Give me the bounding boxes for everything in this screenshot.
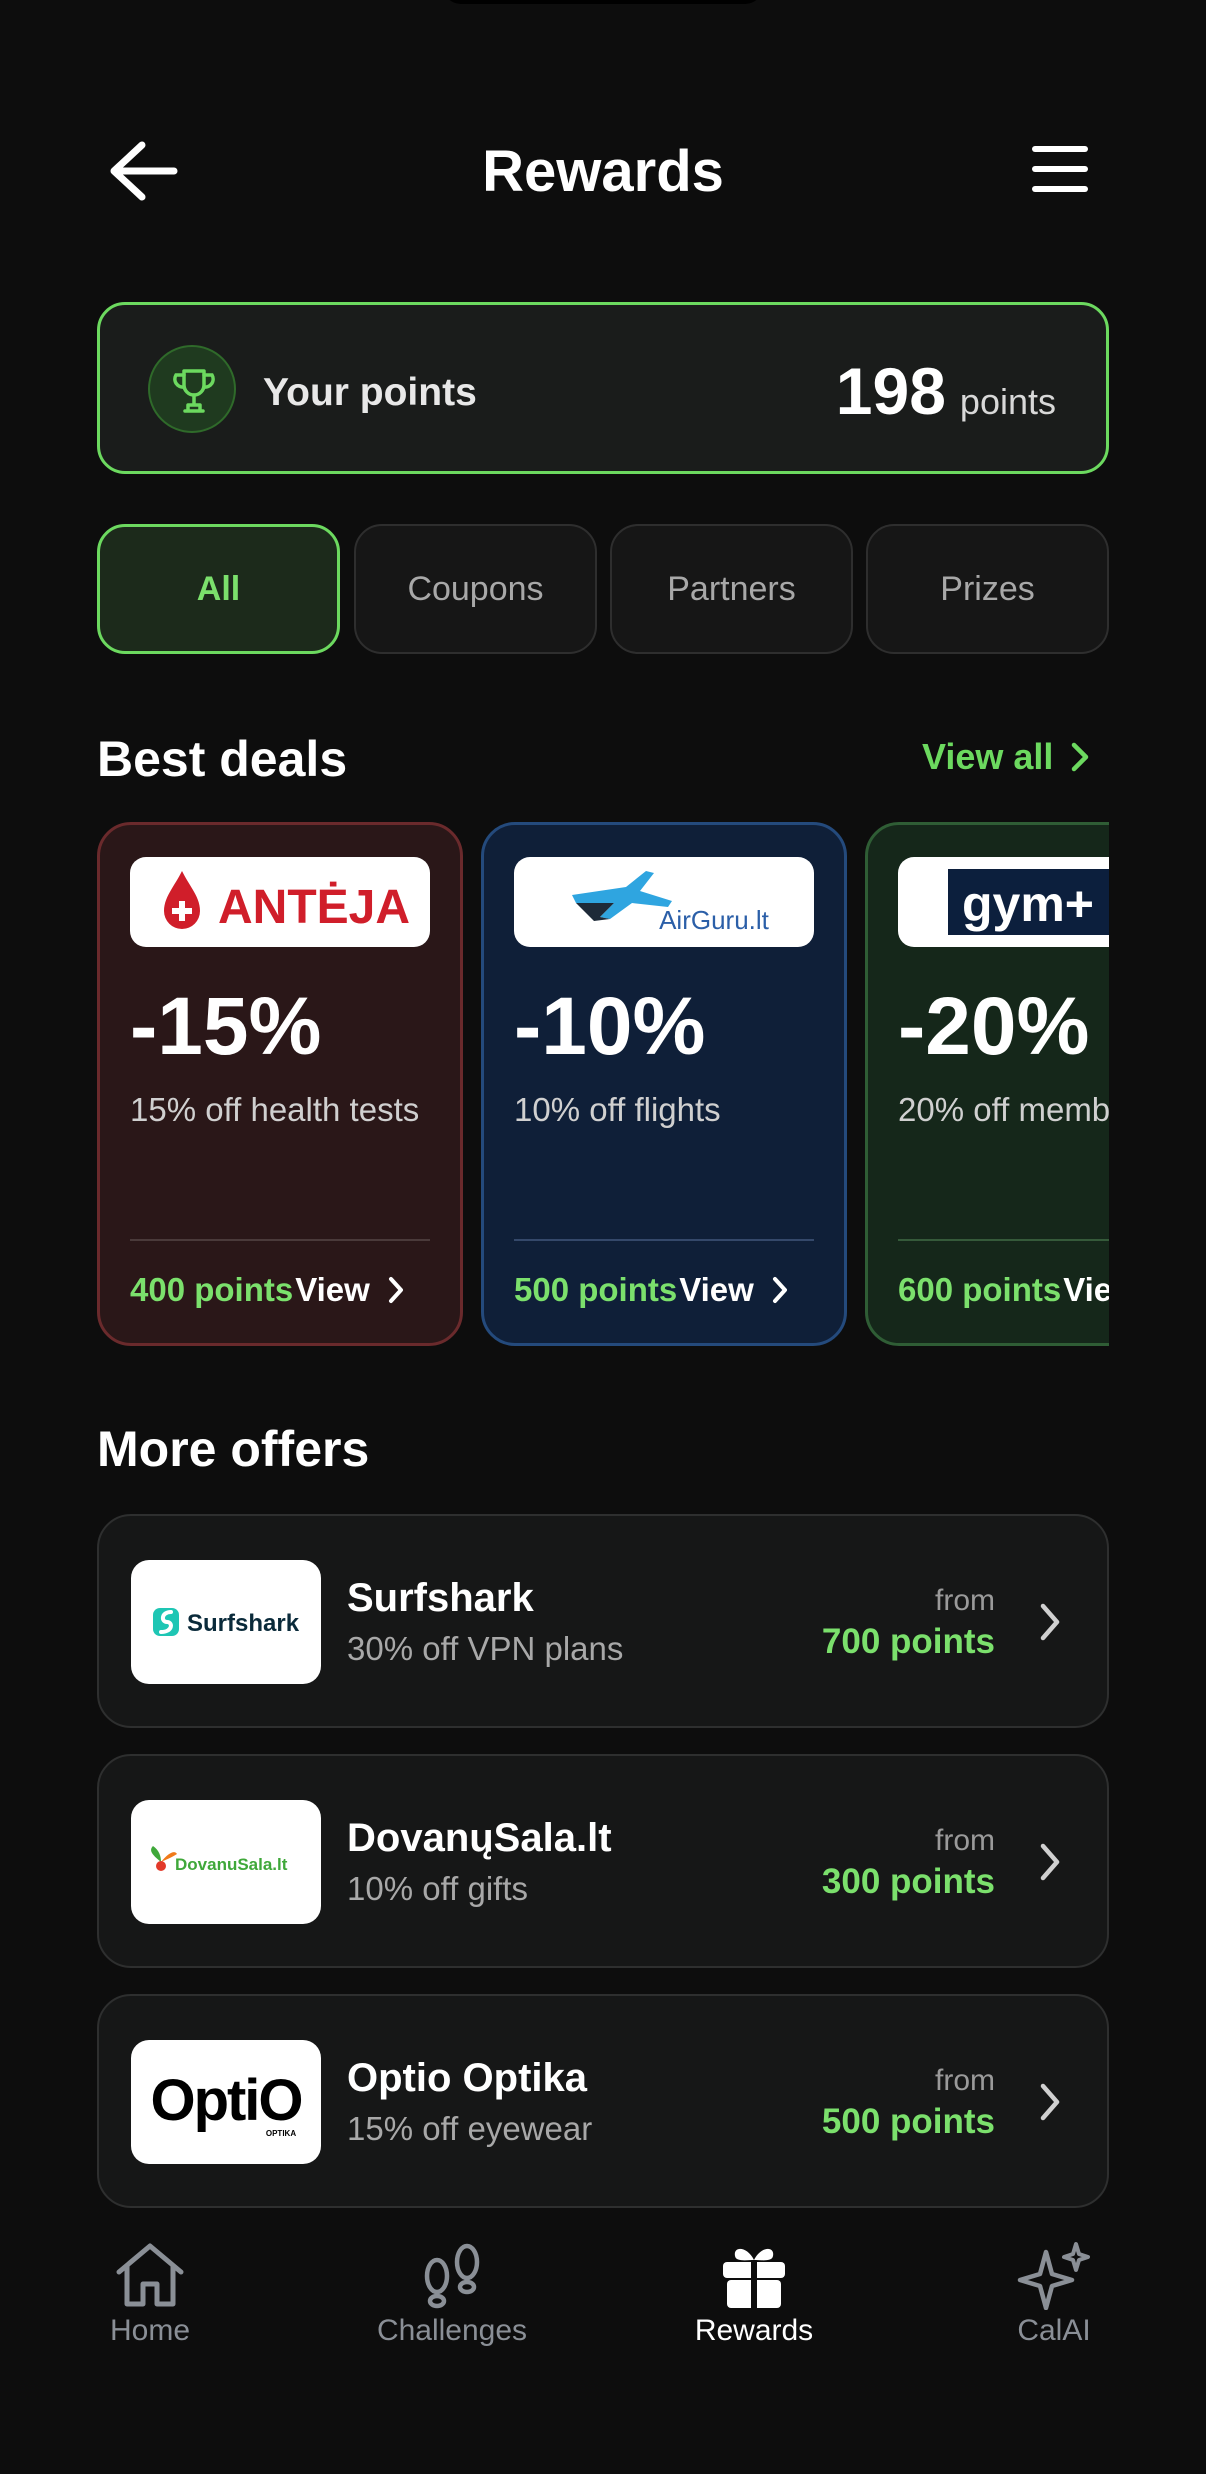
device-notch [443,0,763,4]
sparkles-icon [1017,2242,1090,2310]
chevron-right-icon [388,1277,403,1303]
offer-from-label: from [935,1584,995,1617]
deal-card[interactable]: AirGuru.lt -10% 10% off flights 500 poin… [481,822,847,1346]
deal-description: 20% off memberships [898,1091,1109,1128]
rewards-screen: Rewards Your points 198 points All Coupo… [0,0,1206,2474]
deal-view-label: View [679,1271,754,1308]
footprints-icon [424,2243,480,2309]
view-all-label: View all [922,736,1054,777]
gym-plus-logo: gym+ [898,857,1109,947]
deal-card[interactable]: gym+ -20% 20% off memberships 600 points… [865,822,1109,1346]
deal-discount: -20% [898,981,1090,1072]
home-icon [116,2243,184,2307]
view-all-link[interactable]: View all [922,736,1089,778]
deal-card[interactable]: ANTĖJA -15% 15% off health tests 400 poi… [97,822,463,1346]
offer-points: 500 points [821,2102,995,2141]
offer-row[interactable]: Surfshark Surfshark 30% off VPN plans fr… [97,1514,1109,1728]
offer-points: 300 points [821,1862,995,1901]
offer-name: Optio Optika [347,2056,587,2100]
deal-footer[interactable]: 400 points View [130,1271,404,1309]
svg-text:AirGuru.lt: AirGuru.lt [659,905,770,935]
hamburger-menu-icon [1032,146,1088,192]
points-card: Your points 198 points [97,302,1109,474]
deal-divider [514,1239,814,1241]
menu-button[interactable] [1030,144,1090,194]
deal-description: 10% off flights [514,1091,721,1128]
gift-icon [723,2248,785,2308]
offer-name: Surfshark [347,1576,534,1620]
nav-challenges-label: Challenges [376,2314,528,2347]
chevron-right-icon [772,1277,787,1303]
deal-points: 400 points [130,1271,294,1308]
offer-description: 10% off gifts [347,1870,529,1907]
deal-view-label: View [295,1271,370,1308]
svg-text:Surfshark: Surfshark [187,1610,300,1637]
nav-challenges[interactable]: Challenges [342,2240,562,2348]
tab-coupons[interactable]: Coupons [354,524,597,654]
deal-points: 500 points [514,1271,678,1308]
offer-from-label: from [935,1824,995,1857]
deal-footer[interactable]: 600 points View [898,1271,1109,1309]
surfshark-logo: Surfshark [131,1560,321,1684]
page-title: Rewards [482,139,724,204]
deal-footer[interactable]: 500 points View [514,1271,788,1309]
svg-text:OPTIKA: OPTIKA [266,2129,296,2138]
tab-prizes[interactable]: Prizes [866,524,1109,654]
svg-text:OptiO: OptiO [150,2068,301,2133]
chevron-right-icon [1040,2083,1060,2121]
deal-description: 15% off health tests [130,1091,420,1128]
offer-points: 700 points [821,1622,995,1661]
nav-home-label: Home [109,2314,191,2347]
deal-divider [898,1239,1109,1241]
trophy-badge [148,345,236,433]
offer-name: DovanųSala.lt [347,1816,612,1860]
deal-divider [130,1239,430,1241]
nav-calai-label: CalAI [1017,2314,1091,2347]
offer-from-label: from [935,2064,995,2097]
tab-all[interactable]: All [97,524,340,654]
more-offers-title: More offers [97,1421,370,1477]
optio-logo: OptiO OPTIKA [131,2040,321,2164]
nav-rewards[interactable]: Rewards [644,2240,864,2348]
points-label: Your points [263,371,477,414]
chevron-right-icon [1072,742,1089,772]
svg-text:gym+: gym+ [962,876,1094,932]
points-unit: points [959,381,1056,422]
deal-view-label: View [1063,1271,1109,1308]
offer-description: 15% off eyewear [347,2110,593,2147]
nav-home[interactable]: Home [40,2240,260,2348]
deal-discount: -15% [130,981,322,1072]
offer-description: 30% off VPN plans [347,1630,624,1667]
points-value: 198 points [836,353,1056,429]
offer-row[interactable]: OptiO OPTIKA Optio Optika 15% off eyewea… [97,1994,1109,2208]
dovanusala-logo: DovanuSala.lt [131,1800,321,1924]
points-number: 198 [835,354,946,428]
tab-partners[interactable]: Partners [610,524,853,654]
chevron-right-icon [1040,1843,1060,1881]
best-deals-title: Best deals [97,731,348,787]
nav-rewards-label: Rewards [694,2314,814,2347]
deal-points: 600 points [898,1271,1062,1308]
best-deals-carousel[interactable]: ANTĖJA -15% 15% off health tests 400 poi… [97,822,1109,1346]
trophy-icon [173,369,215,413]
anteja-logo: ANTĖJA [130,857,430,947]
svg-text:DovanuSala.lt: DovanuSala.lt [175,1855,288,1874]
chevron-right-icon [1040,1603,1060,1641]
deal-discount: -10% [514,981,706,1072]
airguru-logo: AirGuru.lt [514,857,814,947]
svg-text:ANTĖJA: ANTĖJA [218,881,410,934]
nav-calai[interactable]: CalAI [944,2240,1164,2348]
offer-row[interactable]: DovanuSala.lt DovanųSala.lt 10% off gift… [97,1754,1109,1968]
